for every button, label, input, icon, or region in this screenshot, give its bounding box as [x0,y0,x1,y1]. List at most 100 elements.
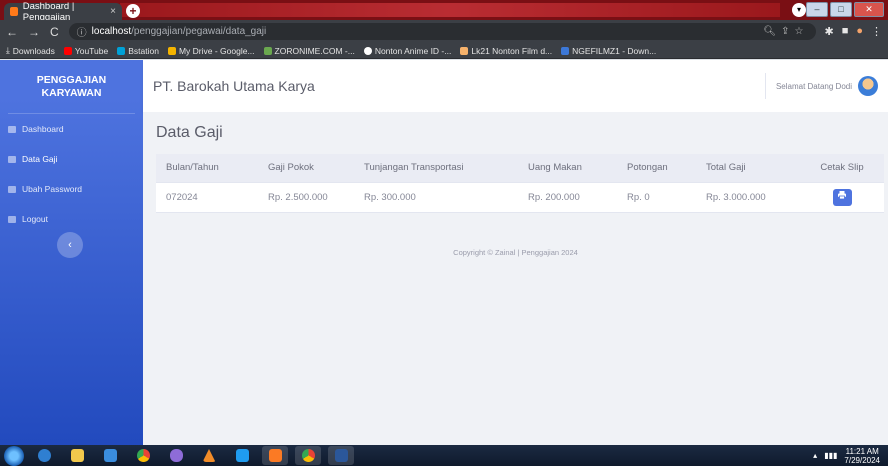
reload-icon[interactable]: C [50,25,59,39]
bookmark-my-drive[interactable]: My Drive - Google... [167,46,255,56]
browser-toolbar: ← → C ⓘ localhost /penggajian/pegawai/da… [0,20,888,43]
tab-search-icon[interactable]: ▾ [792,3,806,17]
chrome-icon [301,449,315,462]
avatar[interactable] [858,76,878,96]
lk21-icon [460,46,469,55]
taskbar-ie[interactable] [31,446,57,465]
table-header-row: Bulan/Tahun Gaji Pokok Tunjangan Transpo… [156,154,884,183]
url-path: /penggajian/pegawai/data_gaji [131,26,267,37]
site-info-icon[interactable]: ⓘ [77,24,87,39]
start-button[interactable] [4,445,24,466]
close-window-button[interactable]: ✕ [854,2,884,17]
xampp-icon [268,449,282,462]
bookmark-lk21[interactable]: Lk21 Nonton Film d... [460,46,552,56]
taskbar-word[interactable] [328,446,354,465]
column-header: Bulan/Tahun [156,154,258,183]
taskbar-chrome[interactable] [130,446,156,465]
favicon-icon [10,7,18,16]
extensions-icon[interactable]: ✱ [824,25,833,38]
company-name: PT. Barokah Utama Karya [153,78,315,94]
media-icon [103,449,117,462]
tab-strip-background [120,3,780,17]
salary-table: Bulan/Tahun Gaji Pokok Tunjangan Transpo… [156,154,884,213]
taskbar-xampp[interactable] [262,446,288,465]
page-title: Data Gaji [156,124,223,141]
cell-basic-salary: Rp. 2.500.000 [258,182,354,213]
bstation-icon [117,46,126,55]
taskbar-vscode[interactable] [229,446,255,465]
sidepanel-icon[interactable]: ■ [842,25,849,38]
sidebar-item-label: Dashboard [22,124,64,134]
ngefilm-icon [561,46,570,55]
taskbar-explorer[interactable] [64,446,90,465]
cell-transport: Rp. 300.000 [354,182,518,213]
column-header: Potongan [617,154,696,183]
clock-time: 11:21 AM [845,446,879,456]
chrome-icon [136,449,150,462]
bookmark-zoronime[interactable]: ZORONIME.COM -... [263,46,355,56]
profile-icon[interactable]: ● [856,25,863,38]
sidebar-item-ubah-password[interactable]: Ubah Password [0,174,143,204]
brand-line-1: PENGGAJIAN [36,73,107,86]
bookmark-bstation[interactable]: Bstation [117,46,159,56]
extensions: ✱ ■ ● ⋮ [824,25,882,38]
sidebar-item-dashboard[interactable]: Dashboard [0,114,143,144]
column-header: Cetak Slip [800,154,884,183]
ie-icon [37,449,51,462]
bookmark-nonton-anime[interactable]: Nonton Anime ID -... [363,46,451,56]
tray-arrow-icon[interactable]: ▴ [813,451,817,460]
infinity-icon [169,449,183,462]
omnibox-tools[interactable]: 🔍︎⇪☆ [763,26,808,37]
sidebar-toggle-button[interactable]: ‹ [57,232,83,258]
taskbar-media[interactable] [97,446,123,465]
browser-tab-strip: Dashboard | Penggajian × + ▾ – □ ✕ [0,0,888,23]
column-header: Total Gaji [696,154,800,183]
clock[interactable]: 11:21 AM 7/29/2024 [844,447,880,465]
tab-close-icon[interactable]: × [110,6,116,17]
screen: Dashboard | Penggajian × + ▾ – □ ✕ ← → C… [0,0,888,466]
topbar: PT. Barokah Utama Karya Selamat Datang D… [143,60,888,112]
dashboard-icon [8,125,16,133]
system-tray: ▴ ▮▮▮ 11:21 AM 7/29/2024 [813,447,888,465]
bookmark-ngefilm[interactable]: NGEFILMZ1 - Down... [561,46,656,56]
taskbar-chrome-2[interactable] [295,446,321,465]
bookmark-downloads[interactable]: ⤓ Downloads [6,45,55,56]
sidebar-item-logout[interactable]: Logout [0,204,143,234]
table-row: 072024 Rp. 2.500.000 Rp. 300.000 Rp. 200… [156,182,884,213]
cell-total: Rp. 3.000.000 [696,182,800,213]
main-content: Data Gaji Bulan/Tahun Gaji Pokok Tunjang… [143,112,888,445]
maximize-button[interactable]: □ [830,2,852,17]
browser-tab[interactable]: Dashboard | Penggajian × [4,1,122,23]
back-icon[interactable]: ← [6,25,18,39]
sidebar-item-data-gaji[interactable]: Data Gaji [0,144,143,174]
cell-print [800,182,884,213]
network-icon[interactable]: ▮▮▮ [824,451,837,460]
table-icon [8,155,16,163]
word-icon [334,449,348,462]
anime-icon [363,46,372,55]
cell-period: 072024 [156,182,258,213]
print-slip-button[interactable] [832,188,852,206]
brand-line-2: KARYAWAN [41,86,102,99]
vscode-icon [235,449,249,462]
minimize-button[interactable]: – [806,2,828,17]
forward-icon[interactable]: → [28,25,40,39]
new-tab-button[interactable]: + [126,4,140,18]
user-greeting[interactable]: Selamat Datang Dodi [764,73,858,99]
menu-icon[interactable]: ⋮ [871,25,882,38]
folder-icon [70,449,84,462]
drive-icon [167,46,176,55]
print-icon [838,190,846,199]
address-bar[interactable]: ⓘ localhost /penggajian/pegawai/data_gaj… [68,23,817,40]
bookmark-youtube[interactable]: YouTube [63,46,108,56]
taskbar-vlc[interactable] [196,446,222,465]
sidebar-item-label: Logout [22,214,48,224]
taskbar-app[interactable] [163,446,189,465]
zoronime-icon [263,46,272,55]
youtube-icon [63,46,72,55]
sidebar: PENGGAJIAN KARYAWAN Dashboard Data Gaji … [0,60,143,445]
sidebar-brand[interactable]: PENGGAJIAN KARYAWAN [8,60,135,114]
logout-icon [8,215,16,223]
bookmarks-bar: ⤓ Downloads YouTube Bstation My Drive - G… [0,43,888,59]
lock-icon [8,185,16,193]
